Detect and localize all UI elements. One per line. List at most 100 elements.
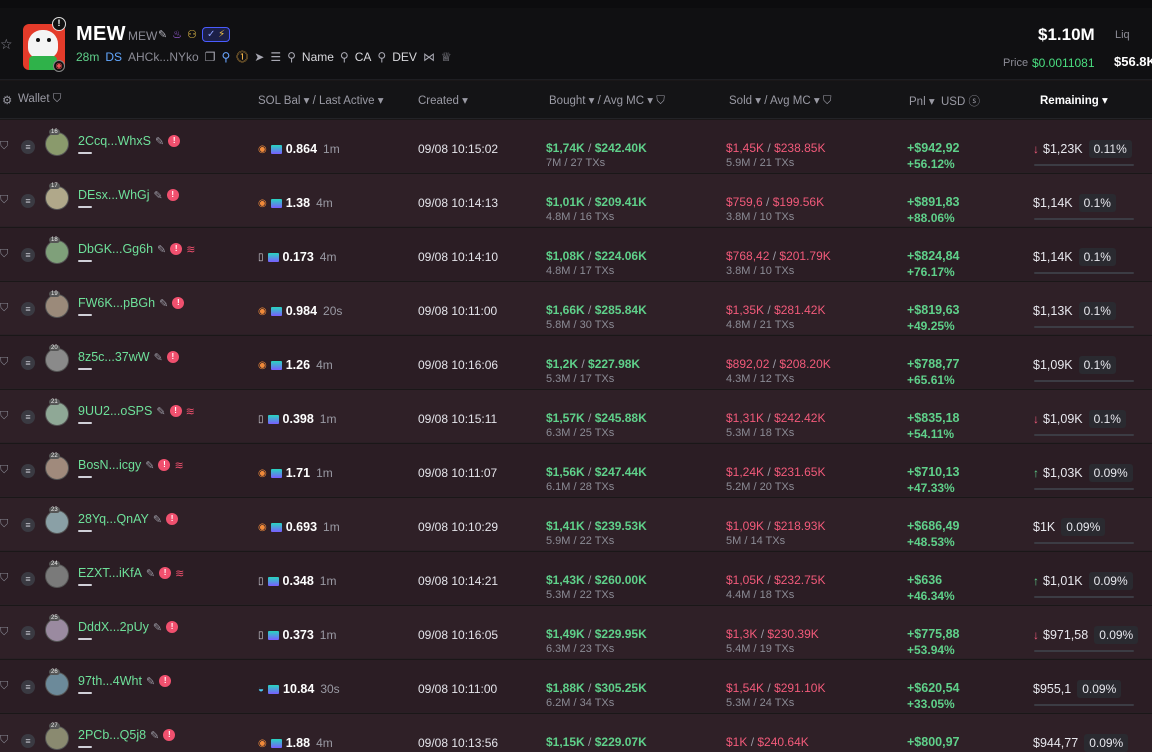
filter-icon[interactable]: ⛉ <box>0 140 8 153</box>
table-row[interactable]: ⛉ ≡ 16 2Ccq...WhxS ✎ ! ◉ 0.864 1m 09/08 … <box>0 120 1152 173</box>
filter-icon[interactable]: ⛉ <box>0 572 8 585</box>
wallet-cell[interactable]: BosN...icgy ✎ ! ≋ <box>78 458 184 472</box>
edit-icon[interactable]: ✎ <box>157 243 166 256</box>
table-row[interactable]: ⛉ ≡ 26 97th...4Wht ✎ ! ◒ 10.84 30s 09/08… <box>0 660 1152 713</box>
wallet-cell[interactable]: 28Yq...QnAY ✎ ! <box>78 512 179 526</box>
row-menu-icon[interactable]: ≡ <box>21 734 35 748</box>
col-created[interactable]: Created ▾ <box>418 93 468 107</box>
row-menu-icon[interactable]: ≡ <box>21 464 35 478</box>
settings-icon[interactable]: ⚙ <box>2 93 12 107</box>
wallet-address[interactable]: 9UU2...oSPS <box>78 404 152 418</box>
sol-balance: 1.26 <box>285 358 311 372</box>
wallet-cell[interactable]: DbGK...Gg6h ✎ ! ≋ <box>78 242 195 256</box>
col-sold[interactable]: Sold ▾ / Avg MC ▾ ⛉ <box>729 93 831 108</box>
col-sol-bal[interactable]: SOL Bal ▾ / Last Active ▾ <box>258 93 384 107</box>
filter-icon[interactable]: ⛉ <box>0 518 8 531</box>
wallet-cell[interactable]: DddX...2pUy ✎ ! <box>78 620 179 634</box>
row-menu-icon[interactable]: ≡ <box>21 410 35 424</box>
dev-user-icon[interactable]: ⚲ <box>221 50 230 64</box>
row-menu-icon[interactable]: ≡ <box>21 572 35 586</box>
row-menu-icon[interactable]: ≡ <box>21 248 35 262</box>
table-row[interactable]: ⛉ ≡ 19 FW6K...pBGh ✎ ! ◉ 0.984 20s 09/08… <box>0 282 1152 335</box>
filter-icon[interactable]: ⛉ <box>0 626 8 639</box>
dexscreener-link[interactable]: DS <box>105 50 122 64</box>
wallet-cell[interactable]: 2Ccq...WhxS ✎ ! <box>78 134 181 148</box>
row-menu-icon[interactable]: ≡ <box>21 518 35 532</box>
menu-circle-icon[interactable]: ☰ <box>270 50 281 64</box>
search-ca-icon[interactable]: ⚲ <box>340 50 349 64</box>
table-row[interactable]: ⛉ ≡ 22 BosN...icgy ✎ ! ≋ ◉ 1.71 1m 09/08… <box>0 444 1152 497</box>
row-menu-icon[interactable]: ≡ <box>21 194 35 208</box>
filter-icon[interactable]: ⛉ <box>0 734 8 747</box>
share-icon[interactable]: ⋈ <box>423 50 435 64</box>
search-dev-icon[interactable]: ⚲ <box>377 50 386 64</box>
table-row[interactable]: ⛉ ≡ 17 DEsx...WhGj ✎ ! ◉ 1.38 4m 09/08 1… <box>0 174 1152 227</box>
contract-address[interactable]: AHCk...NYko <box>128 50 199 64</box>
table-row[interactable]: ⛉ ≡ 23 28Yq...QnAY ✎ ! ◉ 0.693 1m 09/08 … <box>0 498 1152 551</box>
copy-icon[interactable]: ❐ <box>205 50 216 64</box>
filter-icon[interactable]: ⛉ <box>0 248 8 261</box>
wallet-address[interactable]: 8z5c...37wW <box>78 350 150 364</box>
row-menu-icon[interactable]: ≡ <box>21 356 35 370</box>
filter-icon[interactable]: ⛉ <box>0 194 8 207</box>
table-row[interactable]: ⛉ ≡ 18 DbGK...Gg6h ✎ ! ≋ ▯ 0.173 4m 09/0… <box>0 228 1152 281</box>
col-wallet[interactable]: Wallet ⛉ <box>18 93 61 106</box>
favorite-star-icon[interactable]: ☆ <box>0 36 14 52</box>
row-menu-icon[interactable]: ≡ <box>21 140 35 154</box>
warning-icon[interactable]: ⓵ <box>236 48 248 65</box>
wallet-address[interactable]: 2PCb...Q5j8 <box>78 728 146 742</box>
edit-icon[interactable]: ✎ <box>150 729 159 742</box>
edit-icon[interactable]: ✎ <box>154 351 163 364</box>
table-row[interactable]: ⛉ ≡ 20 8z5c...37wW ✎ ! ◉ 1.26 4m 09/08 1… <box>0 336 1152 389</box>
edit-icon[interactable]: ✎ <box>158 28 167 41</box>
edit-icon[interactable]: ✎ <box>155 135 164 148</box>
edit-icon[interactable]: ✎ <box>153 513 162 526</box>
edit-icon[interactable]: ✎ <box>153 621 162 634</box>
table-row[interactable]: ⛉ ≡ 24 EZXT...iKfA ✎ ! ≋ ▯ 0.348 1m 09/0… <box>0 552 1152 605</box>
edit-icon[interactable]: ✎ <box>145 459 154 472</box>
wallet-cell[interactable]: 97th...4Wht ✎ ! <box>78 674 172 688</box>
edit-icon[interactable]: ✎ <box>146 675 155 688</box>
filter-icon[interactable]: ⛉ <box>0 302 8 315</box>
info-badge-icon[interactable]: ! <box>52 17 66 31</box>
crown-icon[interactable]: ♕ <box>441 50 452 64</box>
edit-icon[interactable]: ✎ <box>146 567 155 580</box>
wallet-cell[interactable]: EZXT...iKfA ✎ ! ≋ <box>78 566 184 580</box>
wallet-address[interactable]: 28Yq...QnAY <box>78 512 149 526</box>
wallet-cell[interactable]: 8z5c...37wW ✎ ! <box>78 350 179 364</box>
search-ca-link[interactable]: CA <box>355 50 372 64</box>
pnl-percent: +56.12% <box>907 157 955 171</box>
row-menu-icon[interactable]: ≡ <box>21 302 35 316</box>
edit-icon[interactable]: ✎ <box>156 405 165 418</box>
table-row[interactable]: ⛉ ≡ 27 2PCb...Q5j8 ✎ ! ◉ 1.88 4m 09/08 1… <box>0 714 1152 752</box>
table-row[interactable]: ⛉ ≡ 21 9UU2...oSPS ✎ ! ≋ ▯ 0.398 1m 09/0… <box>0 390 1152 443</box>
filter-icon[interactable]: ⛉ <box>0 356 8 369</box>
search-dev-link[interactable]: DEV <box>392 50 417 64</box>
search-name-link[interactable]: Name <box>302 50 334 64</box>
col-remaining[interactable]: Remaining ▾ <box>1040 93 1108 107</box>
wallet-address[interactable]: DbGK...Gg6h <box>78 242 153 256</box>
row-menu-icon[interactable]: ≡ <box>21 626 35 640</box>
wallet-cell[interactable]: 2PCb...Q5j8 ✎ ! <box>78 728 176 742</box>
table-row[interactable]: ⛉ ≡ 25 DddX...2pUy ✎ ! ▯ 0.373 1m 09/08 … <box>0 606 1152 659</box>
wallet-address[interactable]: DddX...2pUy <box>78 620 149 634</box>
filter-icon[interactable]: ⛉ <box>0 464 8 477</box>
edit-icon[interactable]: ✎ <box>154 189 163 202</box>
wallet-cell[interactable]: FW6K...pBGh ✎ ! <box>78 296 185 310</box>
wallet-cell[interactable]: 9UU2...oSPS ✎ ! ≋ <box>78 404 195 418</box>
wallet-cell[interactable]: DEsx...WhGj ✎ ! <box>78 188 179 202</box>
row-menu-icon[interactable]: ≡ <box>21 680 35 694</box>
search-name-icon[interactable]: ⚲ <box>287 50 296 64</box>
wallet-address[interactable]: EZXT...iKfA <box>78 566 142 580</box>
wallet-address[interactable]: 97th...4Wht <box>78 674 142 688</box>
filter-icon[interactable]: ⛉ <box>0 410 8 423</box>
wallet-address[interactable]: DEsx...WhGj <box>78 188 150 202</box>
col-pnl[interactable]: Pnl ▾ USD ⓢ <box>909 93 980 109</box>
col-bought[interactable]: Bought ▾ / Avg MC ▾ ⛉ <box>549 93 665 108</box>
filter-icon[interactable]: ⛉ <box>0 680 8 693</box>
wallet-address[interactable]: 2Ccq...WhxS <box>78 134 151 148</box>
edit-icon[interactable]: ✎ <box>159 297 168 310</box>
wallet-address[interactable]: BosN...icgy <box>78 458 141 472</box>
wallet-address[interactable]: FW6K...pBGh <box>78 296 155 310</box>
telegram-icon[interactable]: ➤ <box>254 50 264 64</box>
